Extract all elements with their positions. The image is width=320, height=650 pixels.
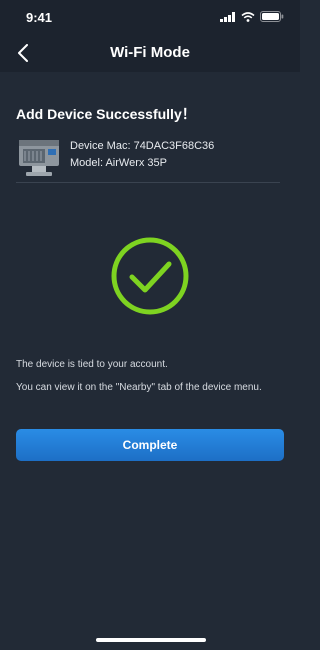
status-bar: 9:41 (0, 0, 300, 34)
wifi-icon (241, 11, 255, 22)
status-time: 9:41 (26, 10, 53, 25)
message-nearby-tab: You can view it on the "Nearby" tab of t… (16, 382, 262, 393)
device-mac: Device Mac: 74DAC3F68C36 (70, 140, 215, 152)
nav-bar: Wi-Fi Mode (0, 34, 300, 72)
battery-icon (260, 11, 284, 22)
success-heading: Add Device Successfully！ (16, 106, 196, 122)
status-icons (220, 11, 284, 22)
message-account-tied: The device is tied to your account. (16, 359, 168, 370)
device-image (19, 140, 59, 176)
page-title: Wi-Fi Mode (110, 44, 190, 61)
signal-icon (220, 11, 235, 22)
complete-button[interactable]: Complete (16, 429, 284, 461)
success-check-icon (111, 237, 189, 315)
device-model: Model: AirWerx 35P (70, 157, 168, 169)
home-indicator (96, 638, 206, 642)
device-card: Device Mac: 74DAC3F68C36 Model: AirWerx … (16, 132, 280, 183)
